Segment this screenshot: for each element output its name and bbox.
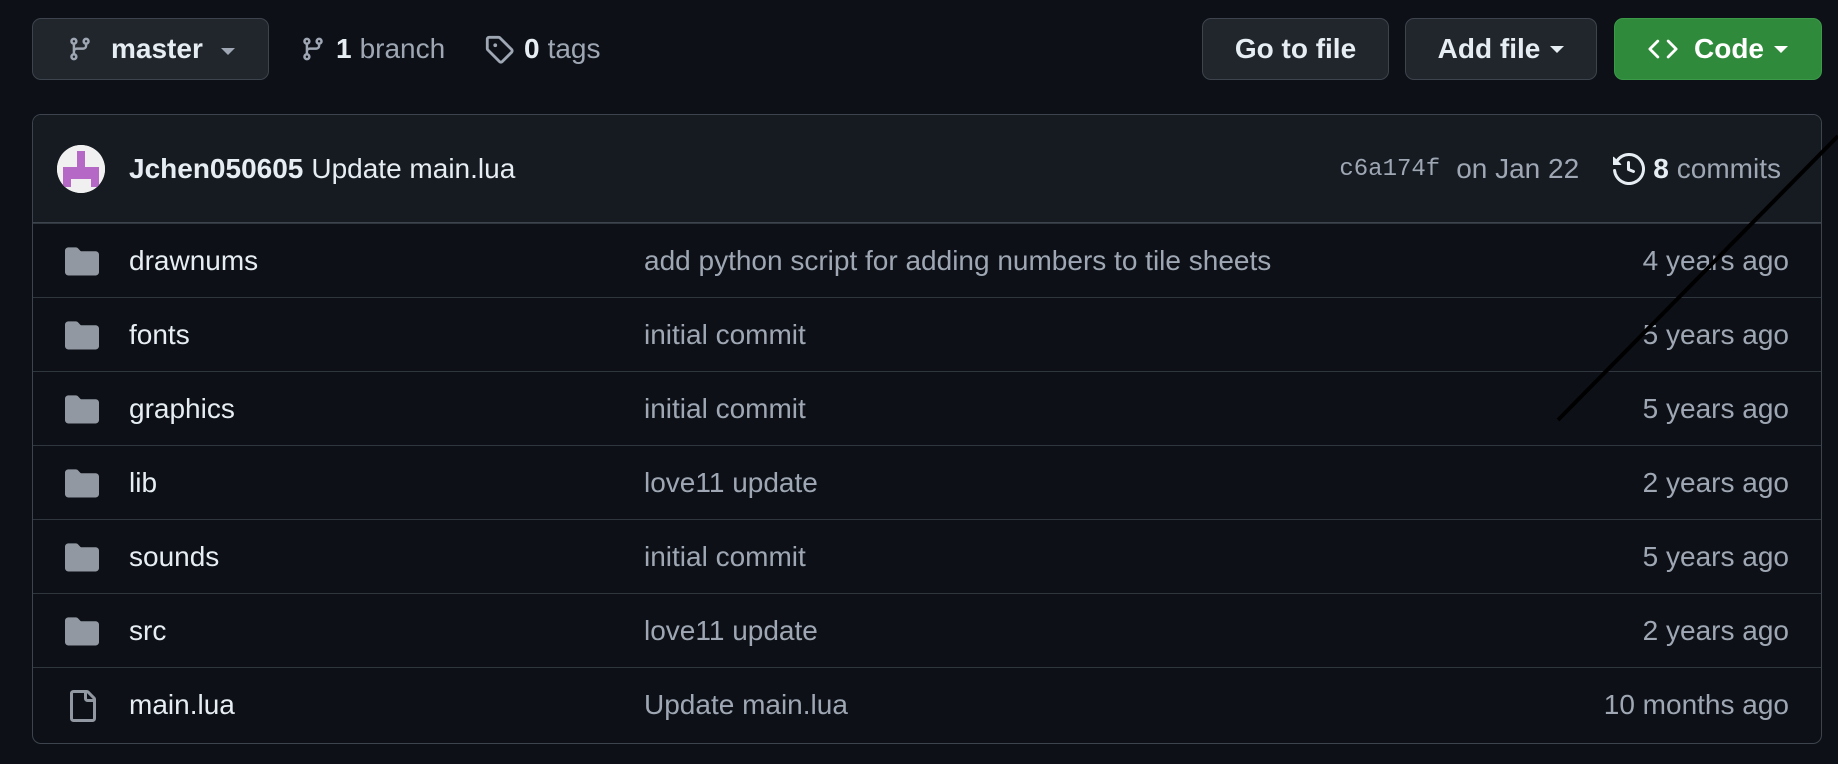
file-row[interactable]: graphics initial commit 5 years ago — [33, 371, 1821, 445]
file-name-link[interactable]: drawnums — [129, 224, 258, 298]
commits-history-link[interactable]: 8 commits — [1613, 153, 1781, 185]
code-button[interactable]: Code — [1614, 18, 1822, 80]
git-branch-icon — [70, 37, 90, 61]
file-row[interactable]: src love11 update 2 years ago — [33, 593, 1821, 667]
folder-icon — [65, 616, 99, 646]
file-name-link[interactable]: graphics — [129, 372, 235, 446]
commit-meta: c6a174f on Jan 22 8 commits — [1339, 115, 1781, 223]
branch-selector-button[interactable]: master — [32, 18, 269, 80]
go-to-file-button[interactable]: Go to file — [1202, 18, 1389, 80]
tag-icon — [485, 35, 514, 64]
branch-name: master — [111, 33, 203, 64]
folder-icon — [65, 468, 99, 498]
file-commit-message-link[interactable]: Update main.lua — [644, 668, 848, 742]
file-commit-age: 5 years ago — [1642, 541, 1789, 572]
commit-word: commits — [1676, 153, 1781, 184]
file-commit-message-link[interactable]: love11 update — [644, 594, 818, 668]
file-name-link[interactable]: src — [129, 594, 166, 668]
tag-count: 0 — [524, 33, 540, 64]
file-commit-age: 5 years ago — [1642, 319, 1789, 350]
branch-count: 1 — [336, 33, 352, 64]
file-commit-message-link[interactable]: initial commit — [644, 520, 806, 594]
file-name-link[interactable]: main.lua — [129, 668, 235, 742]
avatar[interactable] — [57, 145, 105, 193]
file-row[interactable]: drawnums add python script for adding num… — [33, 223, 1821, 297]
branches-link[interactable]: 1 branch — [300, 18, 445, 80]
file-row[interactable]: main.lua Update main.lua 10 months ago — [33, 667, 1821, 741]
go-to-file-label: Go to file — [1234, 33, 1357, 64]
file-name-link[interactable]: sounds — [129, 520, 219, 594]
file-name-link[interactable]: lib — [129, 446, 157, 520]
folder-icon — [65, 246, 99, 276]
folder-icon — [65, 542, 99, 572]
commit-message[interactable]: Update main.lua — [311, 153, 515, 185]
commit-sha[interactable]: c6a174f — [1339, 156, 1440, 183]
commit-date: on Jan 22 — [1456, 153, 1580, 184]
file-list: Jchen050605 Update main.lua c6a174f on J… — [32, 114, 1822, 744]
file-commit-age: 10 months ago — [1603, 689, 1789, 720]
history-icon — [1613, 153, 1646, 185]
file-commit-message-link[interactable]: initial commit — [644, 298, 806, 372]
git-branch-icon — [303, 37, 323, 61]
file-commit-age: 2 years ago — [1642, 467, 1789, 498]
file-name-link[interactable]: fonts — [129, 298, 190, 372]
folder-icon — [65, 394, 99, 424]
file-row[interactable]: fonts initial commit 5 years ago — [33, 297, 1821, 371]
commit-count: 8 — [1653, 153, 1669, 184]
file-commit-message-link[interactable]: initial commit — [644, 372, 806, 446]
file-commit-age: 4 years ago — [1642, 245, 1789, 276]
code-label: Code — [1694, 33, 1764, 64]
commit-author[interactable]: Jchen050605 — [129, 153, 303, 185]
code-icon — [1648, 39, 1678, 59]
latest-commit-header: Jchen050605 Update main.lua c6a174f on J… — [33, 115, 1821, 223]
repo-toolbar: master 1 branch 0 tags Go to file Add fi… — [32, 18, 1822, 82]
branch-word: branch — [359, 33, 446, 64]
file-commit-message-link[interactable]: add python script for adding numbers to … — [644, 224, 1271, 298]
chevron-down-icon — [1774, 45, 1788, 53]
file-commit-age: 5 years ago — [1642, 393, 1789, 424]
add-file-label: Add file — [1437, 33, 1541, 64]
tags-link[interactable]: 0 tags — [484, 18, 601, 80]
folder-icon — [65, 320, 99, 350]
file-commit-age: 2 years ago — [1642, 615, 1789, 646]
file-row[interactable]: sounds initial commit 5 years ago — [33, 519, 1821, 593]
chevron-down-icon — [220, 47, 235, 55]
file-icon — [65, 690, 99, 722]
add-file-button[interactable]: Add file — [1405, 18, 1597, 80]
tag-word: tags — [547, 33, 601, 64]
chevron-down-icon — [1550, 45, 1565, 53]
commit-summary: Jchen050605 Update main.lua — [129, 115, 515, 223]
file-commit-message-link[interactable]: love11 update — [644, 446, 818, 520]
file-row[interactable]: lib love11 update 2 years ago — [33, 445, 1821, 519]
